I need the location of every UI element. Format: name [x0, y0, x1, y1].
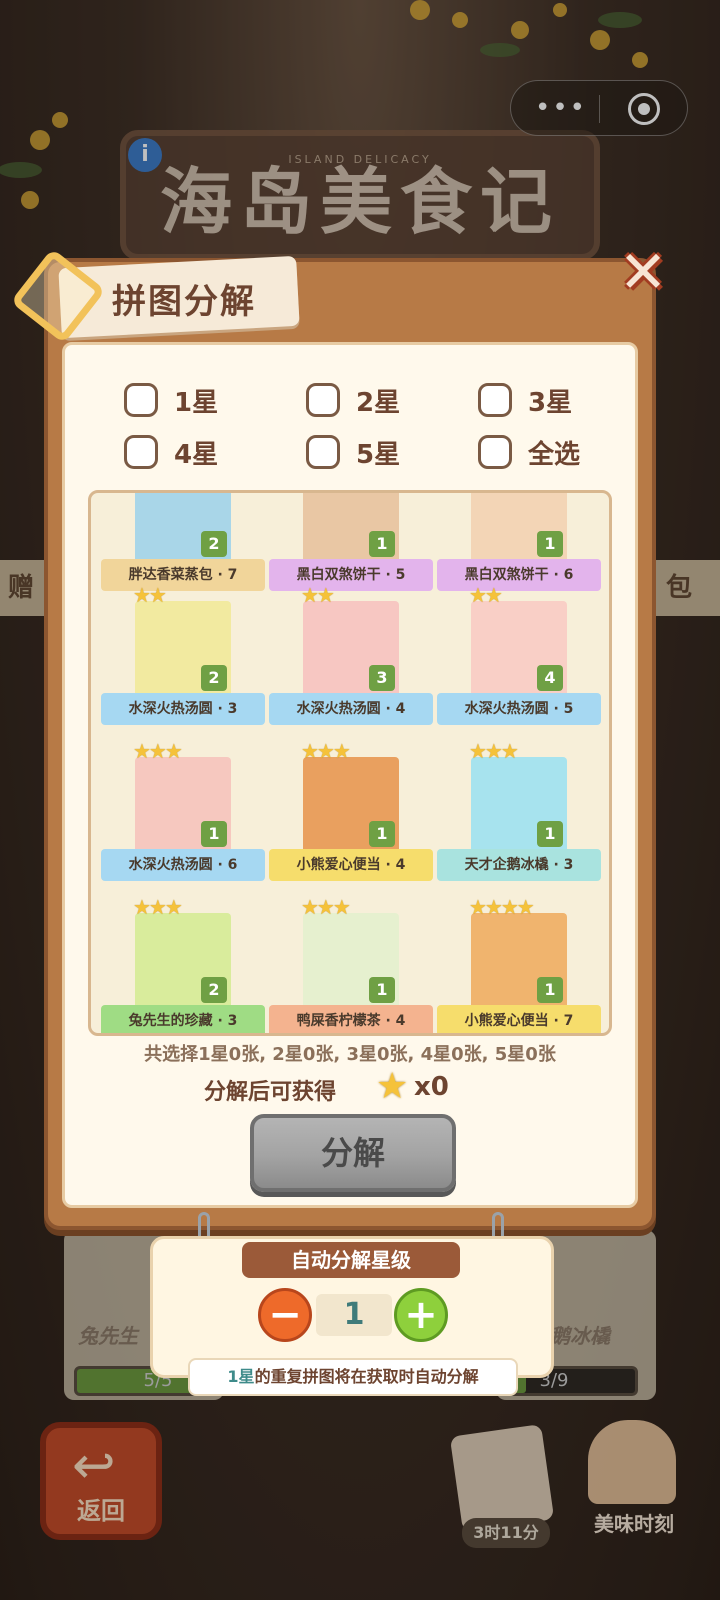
puzzle-name: 小熊爱心便当 · 4 — [269, 849, 433, 881]
checkbox[interactable] — [478, 383, 512, 417]
filter-label: 全选 — [528, 439, 581, 470]
puzzle-card[interactable]: ★★★★ 1 小熊爱心便当 · 7 — [437, 895, 601, 1033]
count-badge: 2 — [201, 665, 227, 691]
puzzle-name: 小熊爱心便当 · 7 — [437, 1005, 601, 1033]
decompose-button[interactable]: 分解 — [250, 1114, 456, 1192]
puzzle-name: 水深火热汤圆 · 6 — [101, 849, 265, 881]
filter-label: 3星 — [528, 387, 573, 418]
filter-label: 2星 — [356, 387, 401, 418]
count-badge: 1 — [369, 977, 395, 1003]
star-icon: ★★ — [469, 583, 503, 607]
filter-3-star[interactable]: 3星 — [478, 380, 572, 420]
increase-level-button[interactable]: + — [394, 1288, 448, 1342]
puzzle-name: 天才企鹅冰橇 · 3 — [437, 849, 601, 881]
star-icon: ★★ — [301, 583, 335, 607]
selection-summary: 共选择1星0张, 2星0张, 3星0张, 4星0张, 5星0张 — [144, 1044, 556, 1065]
auto-decompose-tip: 1星的重复拼图将在获取时自动分解 — [188, 1358, 518, 1396]
count-badge: 2 — [201, 531, 227, 557]
count-badge: 1 — [369, 821, 395, 847]
count-badge: 1 — [537, 977, 563, 1003]
close-button[interactable]: ✕ — [616, 242, 670, 302]
checkbox[interactable] — [124, 435, 158, 469]
puzzle-name: 水深火热汤圆 · 5 — [437, 693, 601, 725]
star-icon: ★★★ — [469, 739, 519, 763]
star-icon: ★★★ — [301, 739, 351, 763]
checkbox[interactable] — [478, 435, 512, 469]
filter-label: 4星 — [174, 439, 219, 470]
count-badge: 4 — [537, 665, 563, 691]
star-icon: ★★★ — [133, 739, 183, 763]
gain-amount: x0 — [414, 1072, 449, 1102]
filter-1-star[interactable]: 1星 — [124, 380, 218, 420]
filter-4-star[interactable]: 4星 — [124, 432, 218, 472]
puzzle-card[interactable]: ★★★ 1 小熊爱心便当 · 4 — [269, 739, 433, 889]
puzzle-card[interactable]: ★★ 3 水深火热汤圆 · 4 — [269, 583, 433, 733]
checkbox[interactable] — [124, 383, 158, 417]
filter-select-all[interactable]: 全选 — [478, 432, 580, 472]
puzzle-name: 鸭屎香柠檬茶 · 4 — [269, 1005, 433, 1033]
auto-level-value: 1 — [316, 1294, 392, 1336]
count-badge: 1 — [537, 821, 563, 847]
tip-highlight: 1星 — [227, 1367, 255, 1386]
puzzle-card[interactable]: ★★★ 1 水深火热汤圆 · 6 — [101, 739, 265, 889]
count-badge: 1 — [369, 531, 395, 557]
puzzle-grid: 2 胖达香菜蒸包 · 7 1 黑白双煞饼干 · 5 1 黑白双煞饼干 · 6 ★… — [88, 490, 612, 1036]
count-badge: 2 — [201, 977, 227, 1003]
puzzle-card[interactable]: ★★ 2 水深火热汤圆 · 3 — [101, 583, 265, 733]
checkbox[interactable] — [306, 435, 340, 469]
puzzle-name: 水深火热汤圆 · 4 — [269, 693, 433, 725]
star-icon: ★★★ — [301, 895, 351, 919]
puzzle-card[interactable]: ★★★ 1 鸭屎香柠檬茶 · 4 — [269, 895, 433, 1033]
puzzle-card[interactable]: ★★ 4 水深火热汤圆 · 5 — [437, 583, 601, 733]
puzzle-name: 兔先生的珍藏 · 3 — [101, 1005, 265, 1033]
auto-decompose-title: 自动分解星级 — [242, 1242, 460, 1278]
decompose-button-label: 分解 — [320, 1134, 385, 1172]
puzzle-card[interactable]: ★★★ 1 天才企鹅冰橇 · 3 — [437, 739, 601, 889]
filter-label: 5星 — [356, 439, 401, 470]
star-icon: ★ — [376, 1066, 409, 1107]
checkbox[interactable] — [306, 383, 340, 417]
close-x-icon: ✕ — [618, 238, 668, 306]
star-icon: ★★★★ — [469, 895, 535, 919]
decrease-level-button[interactable]: − — [258, 1288, 312, 1342]
tip-text: 的重复拼图将在获取时自动分解 — [254, 1367, 479, 1386]
filter-2-star[interactable]: 2星 — [306, 380, 400, 420]
star-icon: ★★ — [133, 583, 167, 607]
puzzle-name: 水深火热汤圆 · 3 — [101, 693, 265, 725]
filter-label: 1星 — [174, 387, 219, 418]
gain-label: 分解后可获得 — [204, 1080, 337, 1105]
count-badge: 3 — [369, 665, 395, 691]
filter-5-star[interactable]: 5星 — [306, 432, 400, 472]
puzzle-card[interactable]: ★★★ 2 兔先生的珍藏 · 3 — [101, 895, 265, 1033]
count-badge: 1 — [201, 821, 227, 847]
panel-title: 拼图分解 — [112, 282, 256, 322]
count-badge: 1 — [537, 531, 563, 557]
star-icon: ★★★ — [133, 895, 183, 919]
